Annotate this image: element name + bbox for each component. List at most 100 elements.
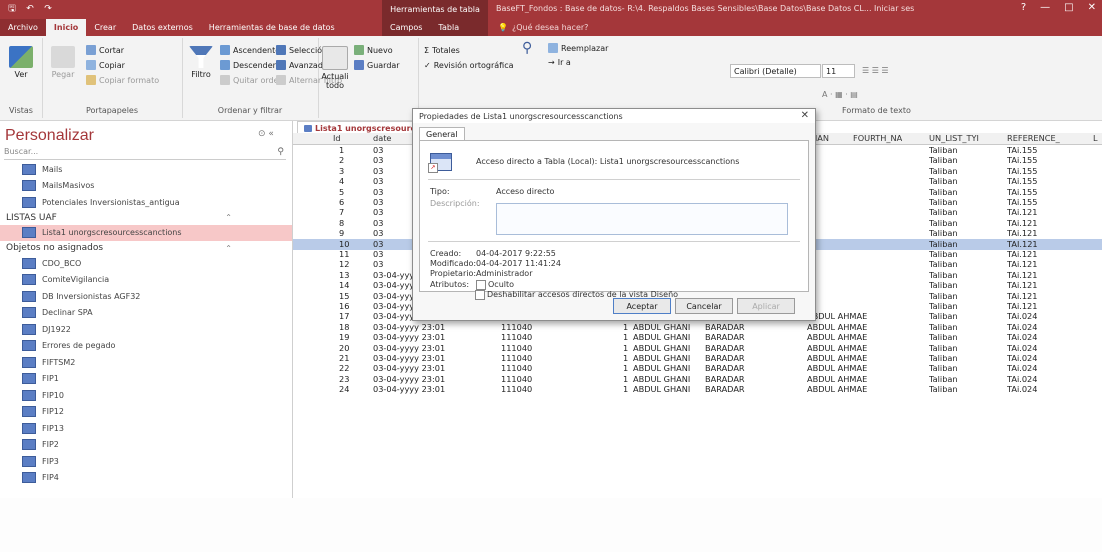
cell-list-type[interactable]: Taliban — [929, 259, 958, 270]
cell-id[interactable]: 15 — [339, 291, 349, 302]
table-row[interactable]: 20 03-04-yyyy 23:01 111040 1 ABDUL GHANI BARA… — [293, 343, 1102, 354]
cell-second-name[interactable]: BARADAR — [705, 332, 745, 343]
cell-id[interactable]: 21 — [339, 353, 349, 364]
cell-list-type[interactable]: Taliban — [929, 155, 958, 166]
cell-list-type[interactable]: Taliban — [929, 322, 958, 333]
cell-id[interactable]: 19 — [339, 332, 349, 343]
nav-item-object[interactable]: FIFTSM2 — [0, 354, 292, 371]
cell-reference[interactable]: TAi.121 — [1007, 259, 1037, 270]
cell-id[interactable]: 8 — [339, 218, 344, 229]
cell-first-name[interactable]: ABDUL GHANI — [633, 353, 690, 364]
column-header-l[interactable]: L — [1093, 133, 1098, 144]
cell-reference[interactable]: TAi.121 — [1007, 270, 1037, 281]
cell-second-name[interactable]: BARADAR — [705, 343, 745, 354]
copiar-formato-button[interactable]: Copiar formato — [86, 74, 159, 86]
cell-third-name[interactable]: ABDUL AHMAE — [807, 322, 867, 333]
cell-list-type[interactable]: Taliban — [929, 207, 958, 218]
cell-id[interactable]: 4 — [339, 176, 344, 187]
maximize-button[interactable]: □ — [1064, 2, 1073, 13]
cell-id[interactable]: 10 — [339, 239, 349, 250]
nav-item-object[interactable]: FIP10 — [0, 387, 292, 404]
cell-number[interactable]: 111040 — [501, 322, 532, 333]
font-name-select[interactable]: Calibri (Detalle) — [730, 64, 821, 78]
tab-tabla[interactable]: Tabla — [430, 19, 467, 36]
cell-date[interactable]: 03 — [373, 249, 383, 260]
cell-reference[interactable]: TAi.024 — [1007, 343, 1037, 354]
nav-item-object[interactable]: FIP4 — [0, 470, 292, 487]
cell-version[interactable]: 1 — [623, 322, 628, 333]
cell-reference[interactable]: TAi.024 — [1007, 332, 1037, 343]
cell-date[interactable]: 03 — [373, 259, 383, 270]
cell-id[interactable]: 1 — [339, 145, 344, 156]
cell-reference[interactable]: TAi.121 — [1007, 207, 1037, 218]
cell-id[interactable]: 9 — [339, 228, 344, 239]
oculto-checkbox[interactable] — [476, 280, 486, 290]
cell-third-name[interactable]: ABDUL AHMAE — [807, 343, 867, 354]
cell-reference[interactable]: TAi.121 — [1007, 249, 1037, 260]
cell-id[interactable]: 3 — [339, 166, 344, 177]
nav-item-object[interactable]: FIP12 — [0, 404, 292, 421]
cell-id[interactable]: 23 — [339, 374, 349, 385]
cell-third-name[interactable]: ABDUL AHMAE — [807, 384, 867, 395]
guardar-button[interactable]: Guardar — [354, 59, 400, 71]
totales-button[interactable]: Σ Totales — [424, 44, 460, 56]
cell-list-type[interactable]: Taliban — [929, 145, 958, 156]
cell-third-name[interactable]: ABDUL AHMAE — [807, 311, 867, 322]
cell-second-name[interactable]: BARADAR — [705, 353, 745, 364]
cell-number[interactable]: 111040 — [501, 384, 532, 395]
cell-version[interactable]: 1 — [623, 374, 628, 385]
tab-crear[interactable]: Crear — [86, 19, 124, 36]
cell-date[interactable]: 03 — [373, 207, 383, 218]
cell-list-type[interactable]: Taliban — [929, 353, 958, 364]
close-button[interactable]: ✕ — [1088, 2, 1096, 13]
nav-item-mails[interactable]: Mails — [0, 161, 292, 178]
cell-list-type[interactable]: Taliban — [929, 239, 958, 250]
cell-list-type[interactable]: Taliban — [929, 270, 958, 281]
nav-group-listas-uaf[interactable]: LISTAS UAF ⌃ — [0, 211, 292, 225]
tell-me-box[interactable]: 💡 ¿Qué desea hacer? — [498, 19, 588, 36]
cell-date[interactable]: 03 — [373, 145, 383, 156]
cell-list-type[interactable]: Taliban — [929, 280, 958, 291]
cell-first-name[interactable]: ABDUL GHANI — [633, 363, 690, 374]
cell-first-name[interactable]: ABDUL GHANI — [633, 322, 690, 333]
cell-date[interactable]: 03-04-yyyy 23:01 — [373, 384, 445, 395]
cell-id[interactable]: 13 — [339, 270, 349, 281]
cortar-button[interactable]: Cortar — [86, 44, 124, 56]
cell-reference[interactable]: TAi.024 — [1007, 353, 1037, 364]
nav-item-object[interactable]: FIP13 — [0, 420, 292, 437]
cell-reference[interactable]: TAi.121 — [1007, 301, 1037, 312]
cell-third-name[interactable]: ABDUL AHMAE — [807, 332, 867, 343]
nav-item-object[interactable]: Declinar SPA — [0, 305, 292, 322]
nav-item-object[interactable]: CDO_BCO — [0, 255, 292, 272]
cell-third-name[interactable]: ABDUL AHMAE — [807, 353, 867, 364]
nav-collapse-icon[interactable]: ⊙ « — [258, 129, 274, 139]
cell-id[interactable]: 16 — [339, 301, 349, 312]
tab-archivo[interactable]: Archivo — [0, 19, 46, 36]
cell-reference[interactable]: TAi.121 — [1007, 228, 1037, 239]
cell-list-type[interactable]: Taliban — [929, 343, 958, 354]
save-icon[interactable]: 🖫 — [6, 3, 18, 15]
tab-datos-externos[interactable]: Datos externos — [124, 19, 201, 36]
cell-reference[interactable]: TAi.155 — [1007, 166, 1037, 177]
cell-date[interactable]: 03 — [373, 228, 383, 239]
cell-date[interactable]: 03 — [373, 187, 383, 198]
reemplazar-button[interactable]: Reemplazar — [548, 42, 608, 54]
cell-id[interactable]: 22 — [339, 363, 349, 374]
cell-id[interactable]: 5 — [339, 187, 344, 198]
cell-first-name[interactable]: ABDUL GHANI — [633, 332, 690, 343]
cell-date[interactable]: 03-04-yyyy 23:01 — [373, 343, 445, 354]
copiar-button[interactable]: Copiar — [86, 59, 125, 71]
table-row[interactable]: 19 03-04-yyyy 23:01 111040 1 ABDUL GHANI BARA… — [293, 332, 1102, 343]
nuevo-button[interactable]: Nuevo — [354, 44, 393, 56]
cell-reference[interactable]: TAi.024 — [1007, 384, 1037, 395]
nav-item-object[interactable]: DJ1922 — [0, 321, 292, 338]
cell-id[interactable]: 18 — [339, 322, 349, 333]
cell-reference[interactable]: TAi.155 — [1007, 187, 1037, 198]
cell-id[interactable]: 2 — [339, 155, 344, 166]
cell-reference[interactable]: TAi.121 — [1007, 291, 1037, 302]
cell-second-name[interactable]: BARADAR — [705, 384, 745, 395]
nav-group-objetos[interactable]: Objetos no asignados ⌃ — [0, 241, 292, 255]
cell-version[interactable]: 1 — [623, 343, 628, 354]
revision-button[interactable]: ✓ Revisión ortográfica — [424, 59, 514, 71]
redo-icon[interactable]: ↷ — [42, 3, 54, 15]
